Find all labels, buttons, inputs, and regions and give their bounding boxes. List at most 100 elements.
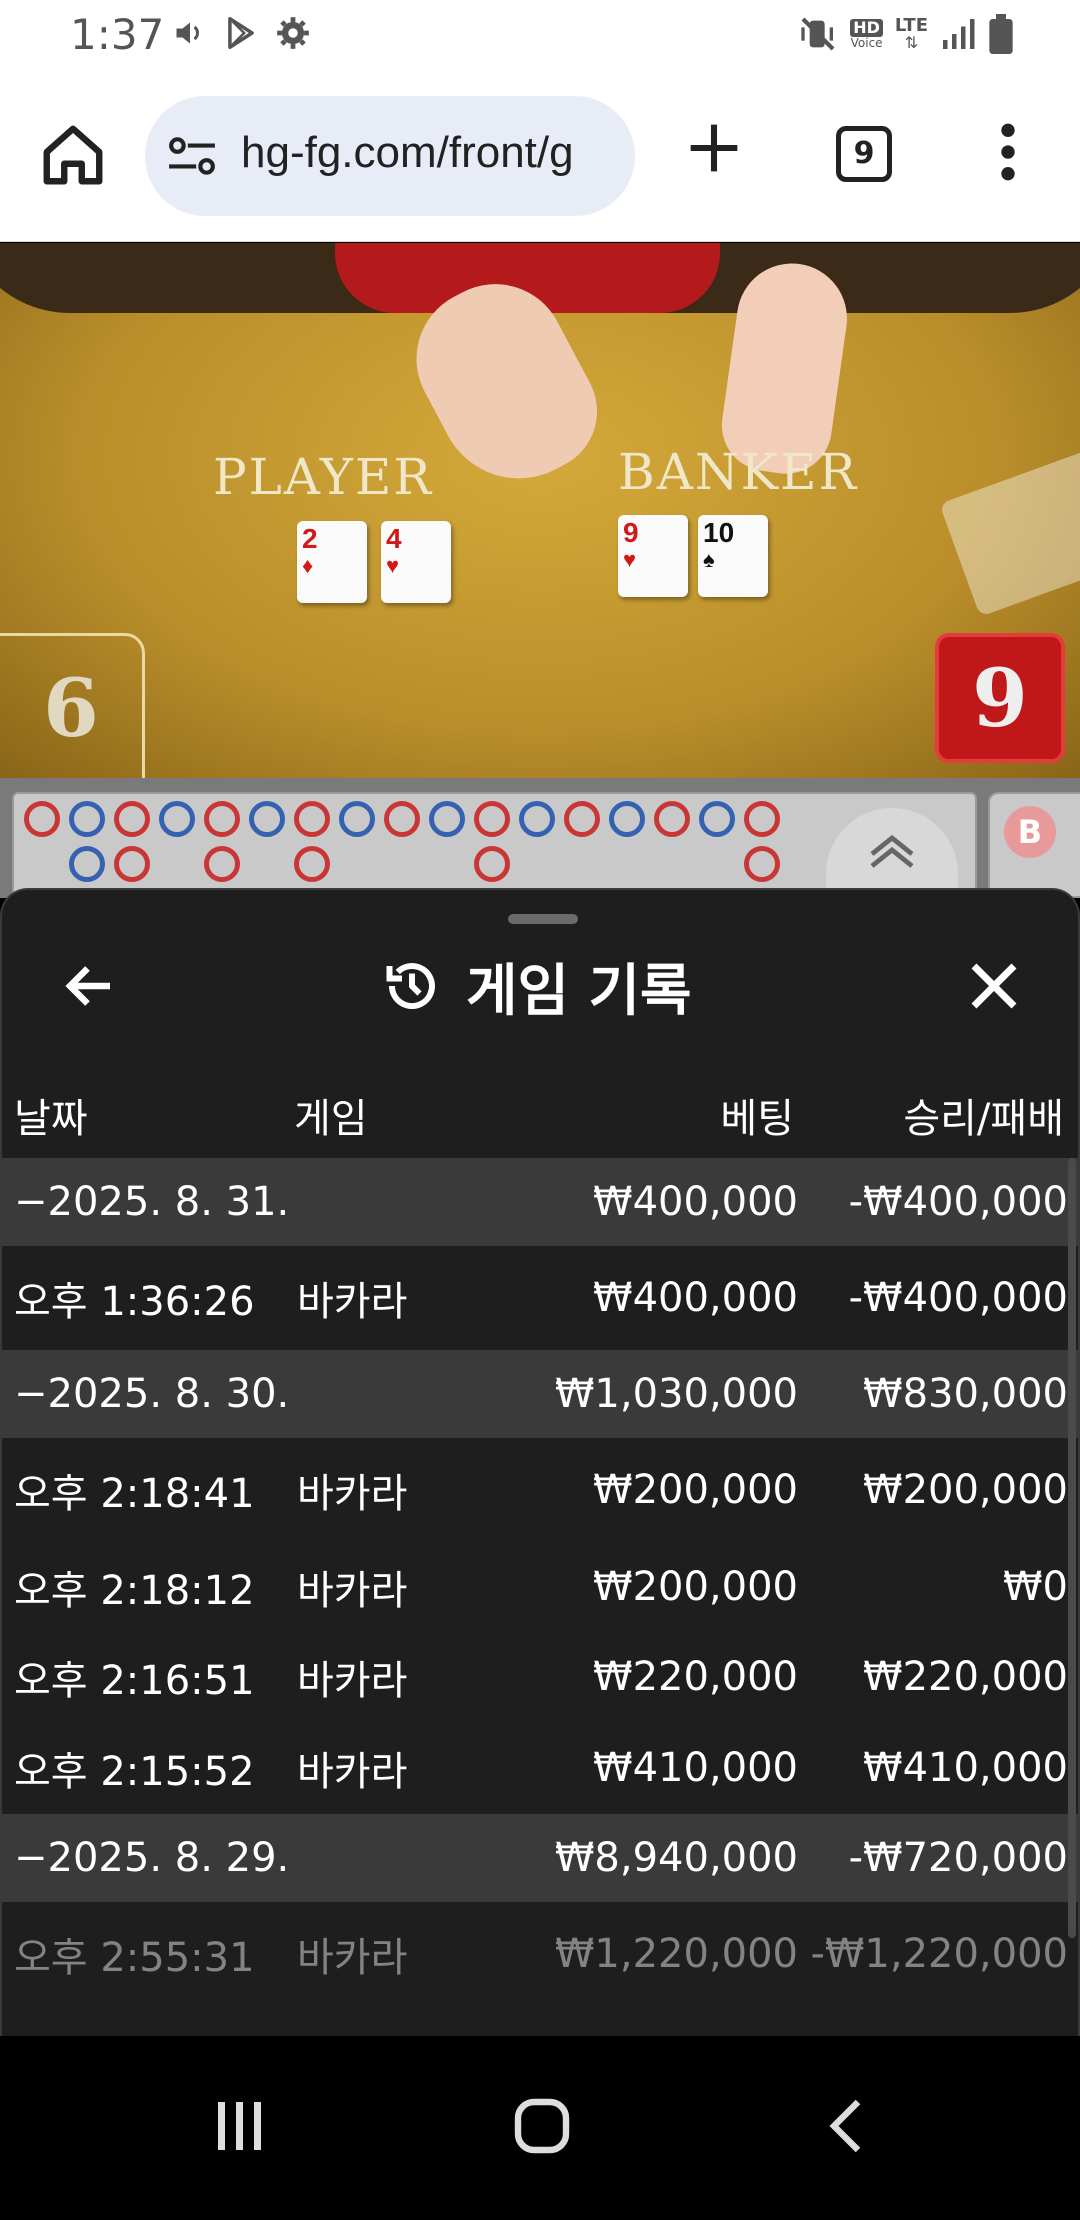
status-notification-icons [172, 14, 312, 52]
date-group-row[interactable]: −2025. 8. 30. ₩1,030,000 ₩830,000 [2, 1350, 1078, 1438]
banker-label: BANKER [618, 443, 859, 501]
history-icon [386, 963, 435, 1009]
row-time: 오후 2:18:12 [14, 1568, 255, 1614]
card-rank: 10 [703, 517, 735, 548]
group-result-total: -₩400,000 [848, 1179, 1068, 1225]
close-icon[interactable] [964, 956, 1024, 1016]
bead-road-panel: B [0, 778, 1080, 898]
road-cell [603, 796, 648, 841]
row-result: -₩1,220,000 [810, 1931, 1068, 1977]
road-cell [378, 796, 423, 841]
url-text: hg-fg.com/front/g [241, 128, 574, 177]
road-cell [288, 841, 333, 886]
drag-handle[interactable] [508, 914, 578, 924]
group-result-total: ₩830,000 [863, 1371, 1068, 1417]
road-cell [243, 841, 288, 886]
scrollbar[interactable] [1068, 1158, 1076, 1938]
status-time: 1:37 [70, 10, 165, 59]
mute-vibrate-icon [801, 17, 835, 51]
banker-win-marker [384, 801, 420, 837]
back-arrow-icon[interactable] [60, 956, 120, 1016]
more-menu-icon[interactable] [990, 122, 1026, 182]
road-cell [558, 841, 603, 886]
live-game-video[interactable]: PLAYER BANKER 2 ♦ 4 ♥ 9 ♥ 10 ♠ 6 9 [0, 243, 1080, 778]
history-row[interactable]: 오후 2:18:12 바카라 ₩200,000 ₩0 [2, 1542, 1078, 1632]
banker-card-2: 10 ♠ [698, 515, 768, 597]
group-bet-total: ₩1,030,000 [554, 1371, 798, 1417]
spade-suit-icon: ♠ [703, 547, 715, 572]
history-row[interactable]: 오후 2:15:52 바카라 ₩410,000 ₩410,000 [2, 1722, 1078, 1814]
address-bar[interactable]: hg-fg.com/front/g [145, 96, 635, 216]
data-arrows-icon: ⇅ [904, 33, 919, 52]
banker-score: 9 [935, 633, 1065, 763]
player-win-marker [429, 801, 465, 837]
back-nav-icon[interactable] [826, 2096, 866, 2156]
road-cell [153, 841, 198, 886]
banker-win-marker [204, 846, 240, 882]
volume-icon [176, 22, 199, 44]
road-cell [693, 796, 738, 841]
group-bet-total: ₩400,000 [593, 1179, 798, 1225]
road-cell [468, 796, 513, 841]
chevron-up-icon [870, 834, 914, 868]
row-game: 바카라 [297, 1935, 408, 1981]
road-cell [738, 841, 783, 886]
history-row[interactable]: 오후 2:16:51 바카라 ₩220,000 ₩220,000 [2, 1632, 1078, 1722]
banker-win-marker [744, 801, 780, 837]
column-header-date[interactable]: 날짜 [14, 1086, 88, 1144]
game-history-sheet: 게임 기록 날짜 게임 베팅 승리/패배 −2025. 8. 31. ₩400,… [0, 888, 1080, 2036]
card-shoe [939, 449, 1080, 617]
play-store-icon [228, 17, 254, 49]
banker-win-marker [114, 846, 150, 882]
road-cell [63, 796, 108, 841]
column-header-result[interactable]: 승리/패배 [903, 1086, 1064, 1144]
voice-label: Voice [850, 36, 883, 50]
history-row[interactable]: 오후 1:36:26 바카라 ₩400,000 -₩400,000 [2, 1246, 1078, 1350]
home-icon[interactable] [38, 120, 108, 190]
road-cell [18, 841, 63, 886]
settings-gear-icon [277, 17, 309, 49]
banker-win-marker [654, 801, 690, 837]
row-result: ₩220,000 [863, 1654, 1068, 1700]
row-bet: ₩1,220,000 [554, 1931, 798, 1977]
road-cell [288, 796, 333, 841]
road-cell [738, 796, 783, 841]
history-row[interactable]: 오후 2:55:31 바카라 ₩1,220,000 -₩1,220,000 [2, 1902, 1078, 2006]
player-card-2: 4 ♥ [381, 521, 451, 603]
row-time: 오후 2:15:52 [14, 1749, 255, 1795]
row-game: 바카라 [297, 1568, 408, 1614]
column-header-game[interactable]: 게임 [294, 1086, 368, 1144]
battery-icon [989, 14, 1013, 54]
system-navigation-bar [0, 2036, 1080, 2220]
road-cell [108, 796, 153, 841]
player-win-marker [339, 801, 375, 837]
recent-apps-icon[interactable] [212, 2096, 268, 2156]
road-cell [198, 796, 243, 841]
card-rank: 2 [302, 523, 318, 554]
date-group-row[interactable]: −2025. 8. 31. ₩400,000 -₩400,000 [2, 1158, 1078, 1246]
banker-win-marker [564, 801, 600, 837]
road-cell [18, 796, 63, 841]
road-cell [603, 841, 648, 886]
home-nav-icon[interactable] [512, 2096, 572, 2156]
tab-switcher-button[interactable]: 9 [836, 126, 892, 182]
row-game: 바카라 [297, 1471, 408, 1517]
road-cell [198, 841, 243, 886]
player-win-marker [159, 801, 195, 837]
road-cell [468, 841, 513, 886]
player-win-marker [69, 846, 105, 882]
player-win-marker [609, 801, 645, 837]
road-cell [108, 841, 153, 886]
row-time: 오후 2:16:51 [14, 1658, 255, 1704]
row-bet: ₩400,000 [593, 1275, 798, 1321]
road-cell [243, 796, 288, 841]
new-tab-plus-icon[interactable] [686, 120, 742, 176]
site-settings-icon[interactable] [167, 134, 217, 178]
player-score: 6 [0, 633, 145, 778]
date-group-row[interactable]: −2025. 8. 29. ₩8,940,000 -₩720,000 [2, 1814, 1078, 1902]
card-rank: 4 [386, 523, 402, 554]
column-header-bet[interactable]: 베팅 [720, 1086, 794, 1144]
history-row[interactable]: 오후 2:18:41 바카라 ₩200,000 ₩200,000 [2, 1438, 1078, 1542]
banker-win-marker [474, 801, 510, 837]
history-list: −2025. 8. 31. ₩400,000 -₩400,000 오후 1:36… [2, 1158, 1078, 2006]
